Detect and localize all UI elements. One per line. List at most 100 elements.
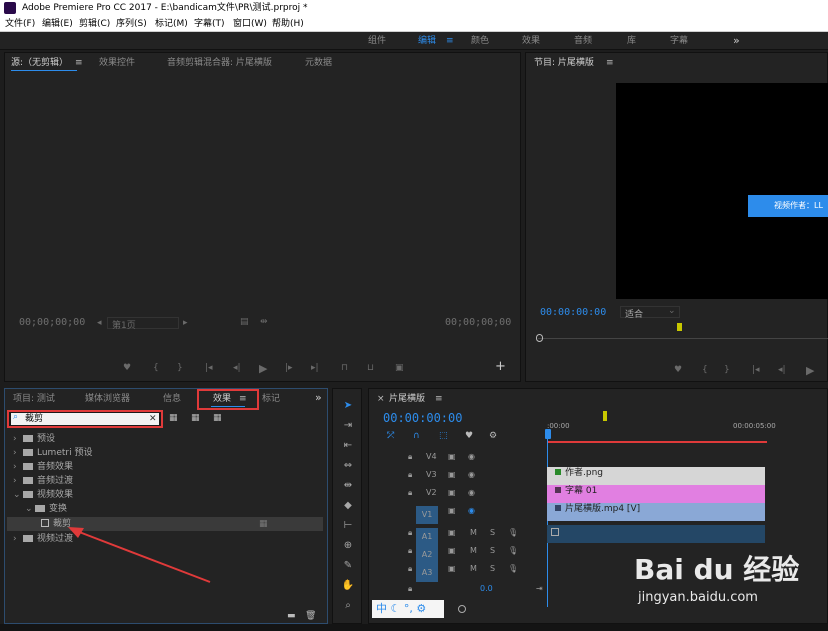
- workspace-editing[interactable]: 编辑: [418, 32, 436, 50]
- sync-lock-icon[interactable]: ▣: [448, 528, 456, 537]
- workspace-color[interactable]: 颜色: [471, 32, 489, 50]
- microphone-icon[interactable]: 🎙︎: [508, 564, 518, 573]
- mute-button[interactable]: M: [470, 528, 477, 537]
- accelerated-effects-icon[interactable]: ▦: [169, 413, 178, 423]
- eye-icon[interactable]: ◉: [468, 470, 475, 479]
- play-icon[interactable]: ▶: [259, 362, 267, 375]
- eye-hidden-icon[interactable]: ◉: [468, 506, 475, 515]
- tab-metadata[interactable]: 元数据: [305, 56, 332, 70]
- menu-marker[interactable]: 标记(M): [155, 16, 188, 32]
- program-scrubber[interactable]: [538, 338, 828, 339]
- work-area-bar[interactable]: [547, 441, 767, 443]
- workspace-assembly[interactable]: 组件: [368, 32, 386, 50]
- effects-tab-menu-icon[interactable]: ≡: [239, 392, 247, 406]
- tab-project[interactable]: 项目: 测试: [13, 392, 55, 406]
- fit-chevron-down-icon[interactable]: ⌄: [668, 306, 676, 316]
- source-timecode-left[interactable]: 00;00;00;00: [19, 317, 85, 328]
- lock-icon[interactable]: 🔒︎: [408, 452, 412, 462]
- track-select-tool-icon[interactable]: ⇥: [341, 419, 355, 433]
- lock-icon[interactable]: 🔒︎: [408, 564, 412, 574]
- tab-timeline-sequence[interactable]: 片尾横版: [389, 392, 425, 406]
- 32bit-effects-icon[interactable]: ▦: [191, 413, 200, 423]
- tree-item-presets[interactable]: › 预设: [13, 432, 55, 446]
- sync-lock-icon[interactable]: ▣: [448, 546, 456, 555]
- microphone-icon[interactable]: 🎙︎: [508, 528, 518, 537]
- sync-lock-icon[interactable]: ▣: [448, 488, 456, 497]
- tab-info[interactable]: 信息: [163, 392, 181, 406]
- ime-settings-icon[interactable]: ⚙: [416, 602, 426, 615]
- tree-item-audio-transitions[interactable]: › 音频过渡: [13, 474, 73, 488]
- program-monitor[interactable]: 视频作者：LL: [616, 83, 828, 299]
- tab-program[interactable]: 节目: 片尾横版: [534, 56, 594, 70]
- timeline-playhead-line[interactable]: [547, 439, 548, 607]
- program-tab-menu-icon[interactable]: ≡: [606, 56, 614, 70]
- sync-lock-icon[interactable]: ▣: [448, 470, 456, 479]
- menu-sequence[interactable]: 序列(S): [116, 16, 147, 32]
- add-button-icon[interactable]: +: [495, 359, 506, 374]
- ime-punct-icon[interactable]: °,: [404, 602, 413, 615]
- arrow-right-icon[interactable]: ▸: [183, 318, 188, 328]
- sync-lock-icon[interactable]: ▣: [448, 452, 456, 461]
- drag-icon[interactable]: ⇹: [260, 317, 268, 327]
- microphone-icon[interactable]: 🎙︎: [508, 546, 518, 555]
- source-timecode-right[interactable]: 00;00;00;00: [445, 317, 511, 328]
- add-marker-icon[interactable]: ♥: [465, 431, 473, 441]
- tree-item-audio-effects[interactable]: › 音频效果: [13, 460, 73, 474]
- source-tab-menu-icon[interactable]: ≡: [75, 56, 83, 70]
- master-volume[interactable]: 0.0: [480, 584, 493, 593]
- solo-button[interactable]: S: [490, 528, 495, 537]
- timeline-settings-icon[interactable]: ⚙: [489, 431, 497, 441]
- menu-clip[interactable]: 剪辑(C): [79, 16, 110, 32]
- timeline-playhead-handle[interactable]: [545, 429, 551, 439]
- mute-button[interactable]: M: [470, 564, 477, 573]
- lock-icon[interactable]: 🔒︎: [408, 584, 412, 594]
- sync-lock-icon[interactable]: ▣: [448, 506, 456, 515]
- expand-arrow-icon[interactable]: ›: [13, 432, 21, 446]
- solo-button[interactable]: S: [490, 564, 495, 573]
- program-marker-icon[interactable]: ♥: [674, 365, 682, 375]
- timeline-close-icon[interactable]: ×: [377, 392, 385, 406]
- workspace-more-icon[interactable]: »: [733, 32, 740, 50]
- step-back-icon[interactable]: ◂|: [233, 363, 241, 373]
- lock-icon[interactable]: 🔒︎: [408, 528, 412, 538]
- rate-stretch-tool-icon[interactable]: ⇹: [341, 479, 355, 493]
- ime-toolbar[interactable]: 中 ☾ °, ⚙: [372, 600, 444, 618]
- settings-icon[interactable]: ▤: [240, 317, 249, 327]
- ripple-edit-tool-icon[interactable]: ⇤: [341, 439, 355, 453]
- ime-moon-icon[interactable]: ☾: [391, 602, 401, 615]
- zoom-slider-handle[interactable]: [458, 605, 466, 613]
- clip-video-v1[interactable]: 片尾横版.mp4 [V]: [547, 503, 765, 521]
- pen-tool-icon[interactable]: ✎: [341, 559, 355, 573]
- menu-window[interactable]: 窗口(W): [233, 16, 267, 32]
- workspace-titles[interactable]: 字幕: [670, 32, 688, 50]
- program-go-to-in-icon[interactable]: |◂: [752, 365, 760, 375]
- clip-author-png[interactable]: 作者.png: [547, 467, 765, 485]
- program-mark-in-icon[interactable]: {: [702, 365, 708, 375]
- panel-more-icon[interactable]: »: [315, 391, 322, 405]
- selection-tool-icon[interactable]: ➤: [341, 399, 355, 413]
- sync-lock-icon[interactable]: ▣: [448, 564, 456, 573]
- program-play-icon[interactable]: ▶: [806, 364, 814, 377]
- menu-file[interactable]: 文件(F): [5, 16, 35, 32]
- program-timecode[interactable]: 00:00:00:00: [540, 307, 606, 318]
- arrow-left-icon[interactable]: ◂: [97, 318, 102, 328]
- step-forward-icon[interactable]: |▸: [285, 363, 293, 373]
- tab-media-browser[interactable]: 媒体浏览器: [85, 392, 130, 406]
- source-patch-v1[interactable]: V1: [416, 506, 438, 524]
- new-bin-icon[interactable]: ▬: [287, 611, 296, 621]
- program-playhead[interactable]: [536, 334, 543, 342]
- slip-tool-icon[interactable]: ⊢: [341, 519, 355, 533]
- delete-icon[interactable]: 🗑: [305, 611, 316, 621]
- tree-item-transform[interactable]: ⌄ 变换: [25, 502, 67, 516]
- nest-icon[interactable]: ⤱: [387, 431, 394, 441]
- timeline-tab-menu-icon[interactable]: ≡: [435, 392, 443, 406]
- tab-effect-controls[interactable]: 效果控件: [99, 56, 135, 70]
- program-mark-out-icon[interactable]: }: [724, 365, 730, 375]
- go-to-in-icon[interactable]: |◂: [205, 363, 213, 373]
- workspace-effects[interactable]: 效果: [522, 32, 540, 50]
- ime-chinese-icon[interactable]: 中: [376, 602, 387, 615]
- tree-item-video-effects[interactable]: ⌄ 视频效果: [13, 488, 73, 502]
- expand-arrow-icon[interactable]: ›: [13, 474, 21, 488]
- expand-arrow-icon[interactable]: ›: [13, 532, 21, 546]
- track-name-a3[interactable]: A3: [416, 564, 438, 582]
